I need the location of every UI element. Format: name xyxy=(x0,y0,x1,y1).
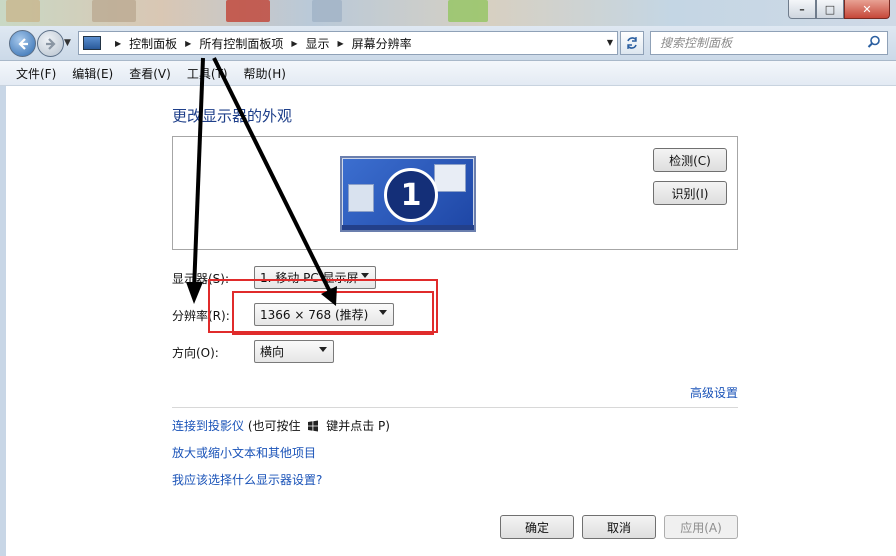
breadcrumb-separator-icon[interactable]: ▶ xyxy=(338,39,344,48)
refresh-button[interactable] xyxy=(620,31,644,55)
arrow-left-icon xyxy=(17,37,28,50)
recent-pages-dropdown[interactable]: ▼ xyxy=(64,38,71,48)
windows-logo-icon xyxy=(308,420,319,432)
minimize-button[interactable]: – xyxy=(788,0,816,19)
monitor-taskbar-graphic xyxy=(342,225,474,230)
maximize-button[interactable]: □ xyxy=(816,0,844,19)
menu-tools[interactable]: 工具(T) xyxy=(179,65,236,82)
menu-file[interactable]: 文件(F) xyxy=(8,65,64,82)
apply-button[interactable]: 应用(A) xyxy=(664,515,738,539)
monitor-window-graphic xyxy=(434,164,466,192)
window-controls: – □ ✕ xyxy=(788,0,890,19)
address-history-dropdown[interactable]: ▼ xyxy=(607,38,613,47)
connect-projector-link[interactable]: 连接到投影仪 xyxy=(172,419,244,433)
display-settings-help-link[interactable]: 我应该选择什么显示器设置? xyxy=(172,471,322,488)
window-titlebar: – □ ✕ xyxy=(0,0,896,26)
control-panel-icon xyxy=(83,36,101,50)
breadcrumb-separator-icon[interactable]: ▶ xyxy=(115,39,121,48)
refresh-icon xyxy=(627,37,637,49)
orientation-select[interactable]: 横向 xyxy=(254,340,334,363)
search-input[interactable] xyxy=(658,35,862,51)
menu-bar: 文件(F) 编辑(E) 查看(V) 工具(T) 帮助(H) xyxy=(0,61,896,86)
dialog-footer: 确定 取消 应用(A) xyxy=(6,498,896,556)
address-bar[interactable]: ▶ 控制面板 ▶ 所有控制面板项 ▶ 显示 ▶ 屏幕分辨率 ▼ xyxy=(78,31,618,55)
cancel-button[interactable]: 取消 xyxy=(582,515,656,539)
desktop-icon-blur xyxy=(448,0,488,22)
breadcrumb-screen-resolution[interactable]: 屏幕分辨率 xyxy=(352,35,412,52)
desktop-icon-blur xyxy=(92,0,136,22)
breadcrumb-control-panel[interactable]: 控制面板 xyxy=(129,35,177,52)
forward-button[interactable] xyxy=(37,30,64,57)
desktop-icon-blur xyxy=(6,0,40,22)
page-title: 更改显示器的外观 xyxy=(172,107,293,125)
orientation-label: 方向(O): xyxy=(172,346,219,360)
arrow-right-icon xyxy=(45,37,56,50)
detect-button[interactable]: 检测(C) xyxy=(653,148,727,172)
breadcrumb: ▶ 控制面板 ▶ 所有控制面板项 ▶ 显示 ▶ 屏幕分辨率 xyxy=(107,35,412,52)
text-size-link[interactable]: 放大或缩小文本和其他项目 xyxy=(172,444,316,461)
breadcrumb-all-items[interactable]: 所有控制面板项 xyxy=(199,35,283,52)
chevron-down-icon xyxy=(319,347,327,352)
search-box[interactable] xyxy=(650,31,888,55)
menu-edit[interactable]: 编辑(E) xyxy=(64,65,121,82)
monitor-1-tile[interactable]: 1 xyxy=(340,156,476,232)
advanced-settings-link[interactable]: 高级设置 xyxy=(690,384,738,401)
desktop-icon-blur xyxy=(226,0,270,22)
projector-hint-prefix: (也可按住 xyxy=(247,419,301,433)
close-button[interactable]: ✕ xyxy=(844,0,890,19)
monitor-sidebar-graphic xyxy=(348,184,374,212)
breadcrumb-display[interactable]: 显示 xyxy=(306,35,330,52)
annotation-highlight-box-inner xyxy=(232,291,434,335)
menu-view[interactable]: 查看(V) xyxy=(121,65,179,82)
ok-button[interactable]: 确定 xyxy=(500,515,574,539)
breadcrumb-separator-icon[interactable]: ▶ xyxy=(185,39,191,48)
chevron-down-icon xyxy=(361,273,369,278)
monitor-number-badge: 1 xyxy=(384,168,438,222)
orientation-select-value: 横向 xyxy=(260,345,285,359)
projector-row: 连接到投影仪 (也可按住 键并点击 P) xyxy=(172,417,390,434)
section-divider xyxy=(172,407,738,408)
desktop-icon-blur xyxy=(312,0,342,22)
menu-help[interactable]: 帮助(H) xyxy=(236,65,294,82)
search-icon[interactable] xyxy=(867,35,881,49)
breadcrumb-separator-icon[interactable]: ▶ xyxy=(291,39,297,48)
identify-button[interactable]: 识别(I) xyxy=(653,181,727,205)
main-content: 更改显示器的外观 1 检测(C) 识别(I) 显示器(S): 1. 移动 PC … xyxy=(0,86,896,556)
navigation-bar: ▼ ▶ 控制面板 ▶ 所有控制面板项 ▶ 显示 ▶ 屏幕分辨率 ▼ xyxy=(0,26,896,61)
projector-hint-suffix: 键并点击 P) xyxy=(326,419,390,433)
back-button[interactable] xyxy=(9,30,36,57)
display-preview-panel: 1 检测(C) 识别(I) xyxy=(172,136,738,250)
